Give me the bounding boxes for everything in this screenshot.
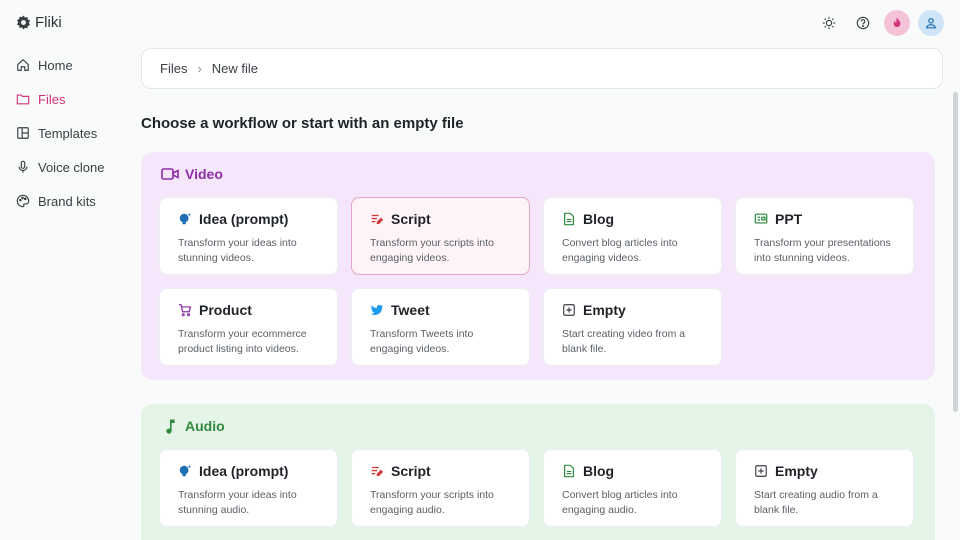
microphone-icon (18, 160, 28, 173)
card-description: Start creating audio from a blank file. (754, 489, 878, 516)
audio-section-title: Audio (161, 418, 225, 434)
help-button[interactable] (850, 10, 876, 36)
palette-icon (16, 194, 30, 208)
help-icon (856, 16, 870, 30)
card-title: Empty (775, 463, 818, 479)
music-note-icon (166, 419, 175, 434)
sidebar-item-label: Files (38, 91, 66, 107)
lightbulb-icon (178, 464, 192, 478)
card-header: Script (370, 210, 515, 228)
audio-idea-prompt-card[interactable]: Idea (prompt) Transform your ideas into s… (159, 449, 338, 527)
video-empty-card[interactable]: Empty Start creating video from a blank f… (543, 288, 722, 366)
card-header: Blog (562, 210, 707, 228)
video-blog-card[interactable]: Blog Convert blog articles into engaging … (543, 197, 722, 275)
sidebar-item-label: Brand kits (38, 193, 96, 209)
video-camera-icon (161, 168, 179, 180)
card-title: Blog (583, 211, 615, 227)
folder-icon (16, 94, 30, 105)
card-title: Blog (583, 463, 615, 479)
plus-box-icon (754, 464, 768, 478)
sidebar-item-files[interactable]: Files (8, 82, 128, 116)
audio-section: Audio Idea (prompt) Transform your ideas … (141, 404, 935, 540)
sidebar-item-voice-clone[interactable]: Voice clone (8, 150, 128, 184)
audio-empty-card[interactable]: Empty Start creating audio from a blank f… (735, 449, 914, 527)
card-header: Script (370, 462, 515, 480)
card-title: Product (199, 302, 252, 318)
card-description: Convert blog articles into engaging audi… (562, 489, 678, 516)
app-logo[interactable]: Fliki (16, 14, 62, 31)
script-icon (370, 464, 384, 478)
video-ppt-card[interactable]: PPT Transform your presentations into stu… (735, 197, 914, 275)
card-header: Empty (562, 301, 707, 319)
sun-icon (822, 16, 836, 30)
page-scrollbar[interactable] (953, 92, 958, 412)
lightbulb-icon (178, 212, 192, 226)
user-icon (925, 18, 937, 29)
document-icon (562, 464, 576, 478)
card-title: Script (391, 463, 431, 479)
chevron-right-icon: › (197, 61, 202, 76)
video-product-card[interactable]: Product Transform your ecommerce product … (159, 288, 338, 366)
sidebar-item-home[interactable]: Home (8, 48, 128, 82)
card-title: Idea (prompt) (199, 463, 289, 479)
card-description: Convert blog articles into engaging vide… (562, 237, 678, 264)
sidebar-item-brand-kits[interactable]: Brand kits (8, 184, 128, 218)
presentation-icon (754, 212, 768, 226)
card-description: Start creating video from a blank file. (562, 328, 686, 355)
page-title: Choose a workflow or start with an empty… (141, 115, 464, 132)
card-header: Idea (prompt) (178, 462, 323, 480)
video-section: Video Idea (prompt) Transform your ideas … (141, 152, 935, 380)
card-title: Empty (583, 302, 626, 318)
card-header: PPT (754, 210, 899, 228)
document-icon (562, 212, 576, 226)
card-header: Tweet (370, 301, 515, 319)
card-description: Transform your scripts into engaging aud… (370, 489, 494, 516)
twitter-icon (370, 303, 384, 317)
home-icon (17, 58, 29, 71)
card-description: Transform your ideas into stunning audio… (178, 489, 297, 516)
card-description: Transform your scripts into engaging vid… (370, 237, 494, 264)
audio-script-card[interactable]: Script Transform your scripts into engagi… (351, 449, 530, 527)
account-button[interactable] (918, 10, 944, 36)
video-script-card[interactable]: Script Transform your scripts into engagi… (351, 197, 530, 275)
card-description: Transform your ideas into stunning video… (178, 237, 297, 264)
theme-toggle-button[interactable] (816, 10, 842, 36)
breadcrumb-files-link[interactable]: Files (160, 61, 187, 76)
audio-blog-card[interactable]: Blog Convert blog articles into engaging … (543, 449, 722, 527)
plus-box-icon (562, 303, 576, 317)
card-description: Transform your ecommerce product listing… (178, 328, 307, 355)
streak-button[interactable] (884, 10, 910, 36)
app-name: Fliki (35, 14, 62, 31)
video-idea-prompt-card[interactable]: Idea (prompt) Transform your ideas into s… (159, 197, 338, 275)
script-icon (370, 212, 384, 226)
sidebar-item-label: Home (38, 57, 73, 73)
templates-icon (17, 127, 29, 139)
cart-icon (178, 303, 192, 317)
card-header: Empty (754, 462, 899, 480)
card-header: Blog (562, 462, 707, 480)
sidebar: Home Files Templates Voice clone Brand k… (8, 48, 128, 218)
card-title: Script (391, 211, 431, 227)
card-header: Product (178, 301, 323, 319)
card-title: Tweet (391, 302, 430, 318)
breadcrumb: Files › New file (141, 48, 943, 89)
card-title: Idea (prompt) (199, 211, 289, 227)
card-header: Idea (prompt) (178, 210, 323, 228)
video-tweet-card[interactable]: Tweet Transform Tweets into engaging vide… (351, 288, 530, 366)
video-section-title: Video (161, 166, 223, 182)
flame-icon (893, 17, 901, 28)
card-title: PPT (775, 211, 803, 227)
logo-icon (16, 15, 31, 30)
sidebar-item-templates[interactable]: Templates (8, 116, 128, 150)
sidebar-item-label: Templates (38, 125, 98, 141)
top-toolbar (816, 10, 944, 36)
sidebar-item-label: Voice clone (38, 159, 105, 175)
card-description: Transform your presentations into stunni… (754, 237, 891, 264)
breadcrumb-current: New file (211, 61, 259, 76)
card-description: Transform Tweets into engaging videos. (370, 328, 474, 355)
